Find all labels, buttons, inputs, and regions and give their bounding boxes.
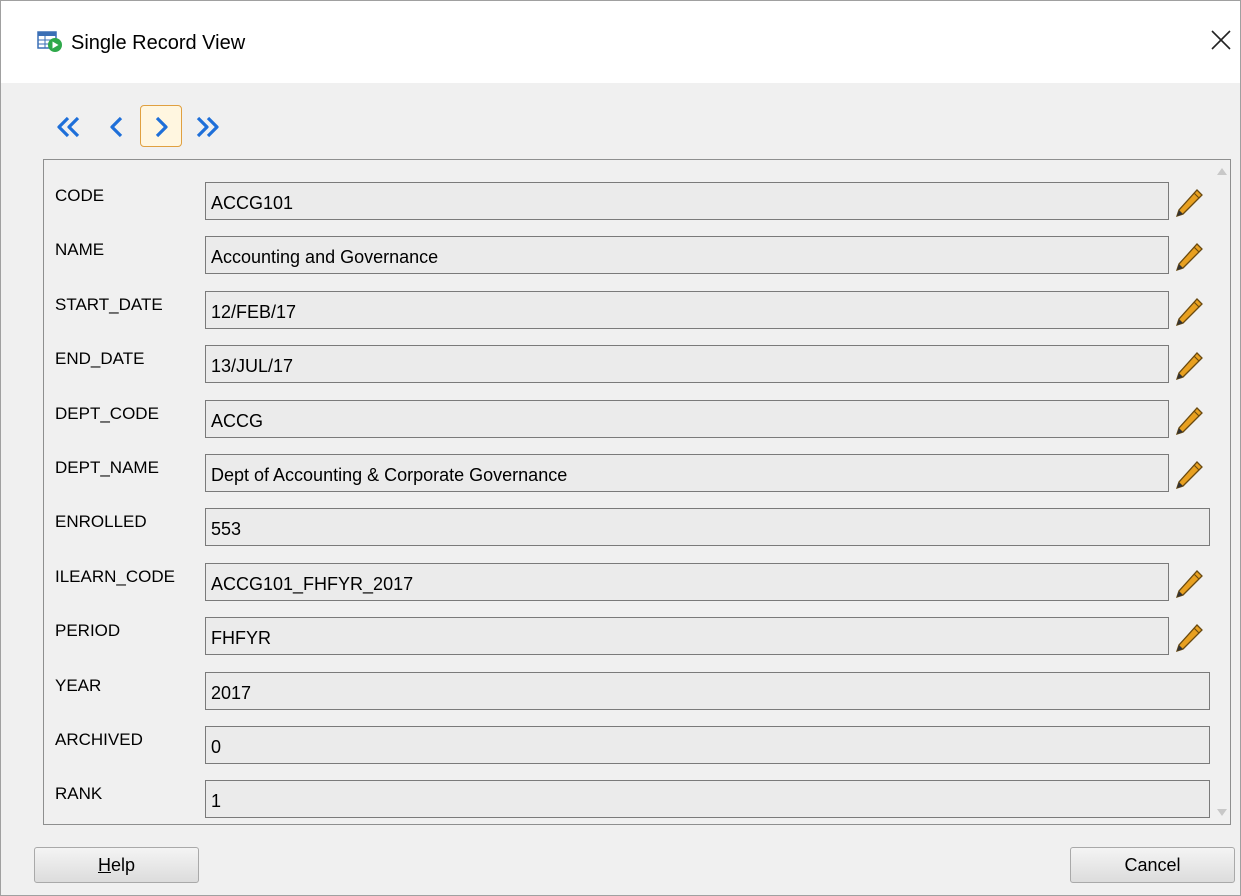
field-value-box[interactable]: FHFYR [205,617,1169,656]
field-label: ARCHIVED [55,730,143,749]
field-value: 553 [211,519,242,540]
field-value: 2017 [211,682,252,703]
field-value-box[interactable]: 0 [205,726,1210,764]
field-value: ACCG101_FHFYR_2017 [211,573,414,594]
field-label: DEPT_CODE [55,403,159,423]
pencil-icon[interactable] [1172,567,1206,601]
pencil-icon[interactable] [1172,404,1206,438]
field-row-period: PERIOD FHFYR [44,617,1214,659]
field-row-enrolled: ENROLLED 553 [44,508,1214,550]
field-value: 1 [211,791,222,812]
pencil-icon[interactable] [1172,186,1206,220]
field-value-box[interactable]: Dept of Accounting & Corporate Governanc… [205,454,1169,492]
pencil-icon[interactable] [1172,621,1206,655]
field-row-start-date: START_DATE 12/FEB/17 [44,290,1214,333]
title-bar: Single Record View [1,1,1240,83]
field-label: ENROLLED [55,512,147,532]
field-row-rank: RANK 1 [44,780,1214,822]
field-value: 13/JUL/17 [211,356,294,377]
pencil-icon[interactable] [1172,458,1206,492]
field-label: CODE [55,186,105,205]
field-value-box[interactable]: 2017 [205,671,1210,710]
double-chevron-right-icon [196,116,219,138]
pencil-icon[interactable] [1172,349,1206,383]
field-value: FHFYR [211,628,271,649]
field-value-box[interactable]: 553 [205,508,1210,547]
field-value-box[interactable]: ACCG [205,399,1169,438]
field-row-name: NAME Accounting and Governance [44,236,1214,278]
next-record-button[interactable] [140,105,182,147]
field-value: 0 [211,737,222,757]
vertical-scrollbar[interactable] [1214,160,1230,824]
previous-record-button[interactable] [94,105,136,147]
single-record-view-dialog: Single Record View CODEACCG101NAMEAcc [0,0,1241,896]
dialog-title: Single Record View [71,32,246,54]
field-label: RANK [55,784,103,804]
last-record-button[interactable] [185,105,227,147]
field-value-box[interactable]: ACCG101 [205,182,1169,220]
first-record-button[interactable] [47,105,89,147]
field-label: END_DATE [55,349,145,369]
field-label: START_DATE [55,294,163,314]
field-label: PERIOD [55,621,121,641]
field-value: 12/FEB/17 [211,301,297,322]
field-value-box[interactable]: 13/JUL/17 [205,345,1169,384]
field-value: ACCG101 [211,193,294,213]
field-row-dept-name: DEPT_NAME Dept of Accounting & Corporate … [44,454,1214,496]
field-row-dept-code: DEPT_CODE ACCG [44,399,1214,442]
field-value: ACCG [211,410,264,431]
record-fields-panel: CODE ACCG101 NAME Accounting and Governance… [43,159,1231,825]
field-label: ILEARN_CODE [55,566,175,586]
field-value: Accounting and Governance [211,247,439,268]
table-run-icon [37,31,63,53]
field-label: YEAR [55,675,102,695]
field-row-end-date: END_DATE 13/JUL/17 [44,345,1214,387]
field-label: NAME [55,240,105,260]
scroll-up-icon[interactable] [1217,168,1227,175]
field-row-archived: ARCHIVED 0 [44,726,1214,768]
close-icon[interactable] [1201,21,1241,61]
chevron-left-icon [110,116,123,138]
help-button[interactable]: Help [34,847,199,883]
field-row-ilearn-code: ILEARN_CODE ACCG101_FHFYR_2017 [44,562,1214,605]
field-value-box[interactable]: 12/FEB/17 [205,290,1169,329]
cancel-button[interactable]: Cancel [1070,847,1235,883]
pencil-icon[interactable] [1172,240,1206,274]
double-chevron-left-icon [57,116,80,138]
field-value-box[interactable]: 1 [205,780,1210,819]
field-value-box[interactable]: Accounting and Governance [205,236,1169,275]
pencil-icon[interactable] [1172,295,1206,329]
scroll-down-icon[interactable] [1217,809,1227,816]
chevron-right-icon [155,116,168,138]
field-row-code: CODE ACCG101 [44,182,1214,224]
field-label: DEPT_NAME [55,458,159,477]
field-value: Dept of Accounting & Corporate Governanc… [211,465,568,485]
field-row-year: YEAR 2017 [44,671,1214,714]
field-value-box[interactable]: ACCG101_FHFYR_2017 [205,562,1169,601]
